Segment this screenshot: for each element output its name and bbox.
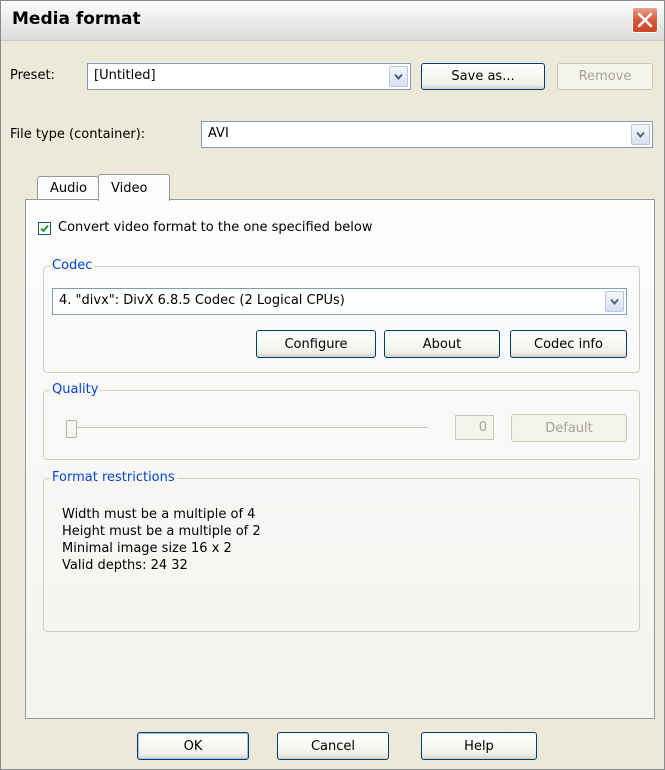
quality-slider-thumb[interactable] bbox=[66, 420, 77, 438]
cancel-button[interactable]: Cancel bbox=[277, 732, 389, 760]
quality-slider-track[interactable] bbox=[68, 427, 428, 432]
media-format-dialog: Media format Preset: [Untitled] Save as.… bbox=[0, 0, 665, 770]
title-bar[interactable]: Media format bbox=[1, 1, 664, 41]
save-as-button[interactable]: Save as... bbox=[421, 63, 545, 90]
close-button[interactable] bbox=[632, 7, 658, 33]
restriction-line: Height must be a multiple of 2 bbox=[62, 524, 261, 539]
tab-video-label: Video bbox=[111, 181, 148, 196]
format-restrictions-label: Format restrictions bbox=[50, 470, 177, 485]
tab-audio[interactable]: Audio bbox=[37, 176, 99, 200]
preset-value: [Untitled] bbox=[94, 68, 156, 83]
dialog-title: Media format bbox=[12, 9, 141, 29]
video-tab-panel: Convert video format to the one specifie… bbox=[25, 199, 655, 719]
codec-dropdown-button[interactable] bbox=[605, 291, 624, 312]
codec-info-button[interactable]: Codec info bbox=[510, 330, 627, 358]
codec-group: Codec 4. "divx": DivX 6.8.5 Codec (2 Log… bbox=[43, 258, 640, 373]
tab-audio-label: Audio bbox=[50, 181, 87, 196]
file-type-dropdown-button[interactable] bbox=[631, 124, 650, 145]
codec-group-label: Codec bbox=[50, 258, 95, 273]
ok-button[interactable]: OK bbox=[137, 732, 249, 760]
configure-button[interactable]: Configure bbox=[256, 330, 376, 358]
close-icon bbox=[637, 12, 653, 28]
file-type-dropdown[interactable]: AVI bbox=[201, 121, 653, 148]
about-button[interactable]: About bbox=[384, 330, 500, 358]
quality-value-field[interactable]: 0 bbox=[455, 415, 494, 440]
restriction-line: Minimal image size 16 x 2 bbox=[62, 541, 232, 556]
quality-group: Quality 0 Default bbox=[43, 382, 640, 460]
format-restrictions-group: Format restrictions Width must be a mult… bbox=[43, 470, 640, 632]
default-button[interactable]: Default bbox=[511, 414, 627, 442]
chevron-down-icon bbox=[636, 131, 645, 138]
remove-button[interactable]: Remove bbox=[557, 63, 653, 90]
preset-dropdown-button[interactable] bbox=[389, 66, 408, 87]
convert-video-label: Convert video format to the one specifie… bbox=[58, 220, 373, 235]
quality-group-label: Quality bbox=[50, 382, 101, 397]
tab-video[interactable]: Video bbox=[98, 174, 170, 201]
preset-dropdown[interactable]: [Untitled] bbox=[87, 63, 411, 90]
checkmark-icon bbox=[40, 224, 49, 233]
codec-dropdown[interactable]: 4. "divx": DivX 6.8.5 Codec (2 Logical C… bbox=[52, 288, 627, 315]
restriction-line: Valid depths: 24 32 bbox=[62, 558, 188, 573]
help-button[interactable]: Help bbox=[421, 732, 537, 760]
codec-value: 4. "divx": DivX 6.8.5 Codec (2 Logical C… bbox=[59, 293, 345, 308]
restriction-line: Width must be a multiple of 4 bbox=[62, 507, 256, 522]
chevron-down-icon bbox=[394, 73, 403, 80]
file-type-value: AVI bbox=[208, 126, 229, 141]
preset-label: Preset: bbox=[10, 68, 55, 83]
file-type-label: File type (container): bbox=[10, 127, 146, 142]
chevron-down-icon bbox=[610, 298, 619, 305]
convert-video-checkbox[interactable] bbox=[38, 222, 51, 235]
